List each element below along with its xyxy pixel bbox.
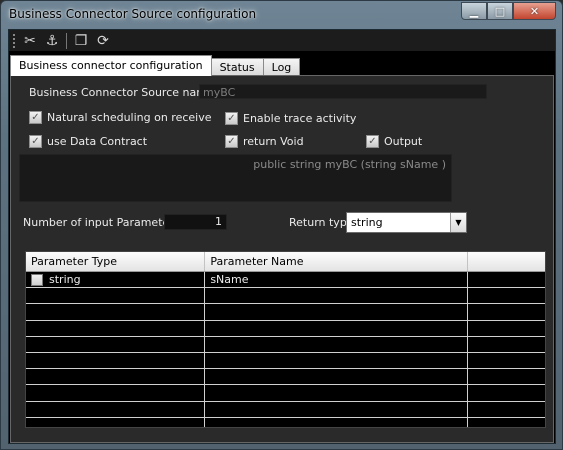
parameter-name-cell[interactable] (205, 417, 469, 427)
parameter-name-cell[interactable] (205, 352, 469, 369)
parameter-type-value: string (49, 273, 81, 287)
parameter-type-cell[interactable] (26, 385, 206, 401)
use-data-contract-checkbox[interactable]: ✓ use Data Contract (29, 135, 147, 148)
copy-icon[interactable]: ❐ (73, 33, 89, 49)
output-label: Output (384, 135, 423, 148)
parameter-type-cell[interactable] (26, 336, 206, 352)
parameter-type-cell[interactable] (26, 288, 206, 304)
chevron-down-icon[interactable]: ▼ (450, 213, 466, 232)
filler-cell (468, 353, 545, 368)
minimize-icon: ▁ (469, 4, 479, 18)
grid-header: Parameter Type Parameter Name (26, 252, 545, 272)
checkbox-box[interactable]: ✓ (29, 135, 42, 148)
filler-cell (468, 369, 545, 384)
parameter-name-cell[interactable]: sName (205, 272, 469, 288)
window-frame: Business Connector Source configuration … (0, 0, 563, 450)
toolbar-grip[interactable] (13, 33, 16, 48)
tab-strip: Business connector configuration Status … (10, 54, 301, 76)
refresh-icon[interactable]: ⟳ (95, 33, 111, 49)
close-button[interactable]: ✕ (513, 2, 556, 20)
use-data-contract-label: use Data Contract (47, 135, 148, 148)
table-row[interactable] (26, 336, 545, 353)
return-void-checkbox[interactable]: ✓ return Void (225, 135, 304, 148)
filler-cell (468, 272, 545, 287)
enable-trace-label: Enable trace activity (243, 112, 357, 125)
parameter-name-cell[interactable] (205, 336, 469, 352)
parameter-name-cell[interactable] (205, 288, 469, 304)
parameter-name-cell[interactable] (205, 304, 469, 320)
toolbar: ✂ ⚓ ❐ ⟳ (9, 30, 555, 52)
output-checkbox[interactable]: ✓ Output (366, 135, 422, 148)
return-type-dropdown[interactable]: string ▼ (346, 212, 467, 233)
maximize-button[interactable]: □ (487, 2, 513, 20)
checkbox-box[interactable]: ✓ (29, 111, 42, 124)
configuration-panel: Business Connector Source name: myBC ✓ N… (10, 75, 554, 443)
tab-log[interactable]: Log (262, 58, 301, 76)
filler-cell (468, 321, 545, 336)
parameter-name-cell[interactable] (205, 369, 469, 385)
table-row[interactable] (26, 352, 545, 370)
parameter-name-cell[interactable] (205, 401, 469, 417)
parameter-type-cell[interactable] (26, 352, 206, 369)
title-bar[interactable]: Business Connector Source configuration … (1, 1, 562, 29)
parameter-type-cell[interactable] (26, 401, 206, 417)
toolbar-separator (66, 32, 67, 49)
row-checkbox[interactable] (31, 273, 43, 286)
table-row[interactable]: string sName (26, 272, 545, 289)
source-name-field[interactable]: myBC (199, 84, 487, 99)
filler-cell (468, 385, 545, 400)
filler-cell (468, 288, 545, 303)
table-row[interactable] (26, 369, 545, 386)
parameter-type-cell[interactable] (26, 320, 206, 336)
parameter-name-cell[interactable] (205, 385, 469, 401)
minimize-button[interactable]: ▁ (461, 2, 487, 20)
return-type-value: string (351, 216, 383, 229)
cut-icon[interactable]: ✂ (22, 33, 38, 49)
filler-cell (468, 304, 545, 319)
filler-cell (468, 418, 545, 427)
column-header-filler (468, 252, 545, 271)
parameters-grid: Parameter Type Parameter Name string sNa… (25, 251, 546, 428)
maximize-icon: □ (494, 4, 506, 18)
client-area: ✂ ⚓ ❐ ⟳ Business connector configuration… (8, 29, 556, 444)
return-void-label: return Void (243, 135, 304, 148)
enable-trace-checkbox[interactable]: ✓ Enable trace activity (225, 112, 356, 125)
caption-buttons: ▁ □ ✕ (461, 2, 556, 20)
anchor-icon[interactable]: ⚓ (44, 33, 60, 49)
parameter-name-cell[interactable] (205, 320, 469, 336)
parameter-type-cell[interactable] (26, 369, 206, 385)
column-header-parameter-type[interactable]: Parameter Type (26, 252, 206, 271)
parameter-type-cell[interactable] (26, 417, 206, 427)
checkbox-box[interactable]: ✓ (225, 112, 238, 125)
table-row[interactable] (26, 385, 545, 402)
column-header-parameter-name[interactable]: Parameter Name (205, 252, 469, 271)
checkbox-box[interactable]: ✓ (225, 135, 238, 148)
num-params-field[interactable]: 1 (164, 214, 227, 230)
parameter-type-cell[interactable] (26, 304, 206, 320)
tab-business-connector-configuration[interactable]: Business connector configuration (10, 55, 212, 76)
num-params-label: Number of input Parameters: (23, 216, 184, 229)
natural-scheduling-checkbox[interactable]: ✓ Natural scheduling on receive (29, 111, 212, 124)
parameter-type-cell[interactable]: string (26, 272, 206, 288)
table-row[interactable] (26, 401, 545, 418)
window-title: Business Connector Source configuration (9, 7, 257, 21)
table-row[interactable] (26, 288, 545, 305)
filler-cell (468, 337, 545, 352)
tab-status[interactable]: Status (210, 58, 264, 76)
table-row[interactable] (26, 320, 545, 337)
method-signature-box: public string myBC (string sName ) (19, 154, 452, 202)
source-name-label: Business Connector Source name: (29, 86, 218, 99)
filler-cell (468, 402, 545, 417)
checkbox-box[interactable]: ✓ (366, 135, 379, 148)
table-row[interactable] (26, 417, 545, 427)
natural-scheduling-label: Natural scheduling on receive (47, 111, 212, 124)
close-icon: ✕ (529, 4, 540, 18)
table-row[interactable] (26, 304, 545, 321)
